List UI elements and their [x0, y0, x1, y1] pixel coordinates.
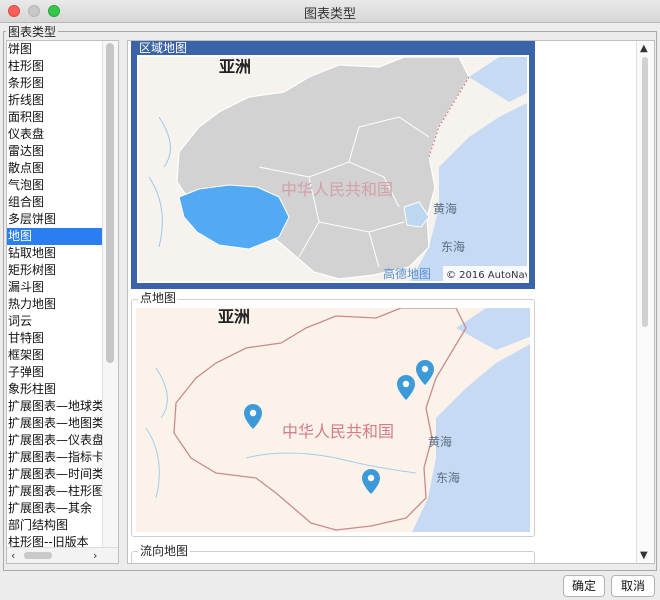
scroll-down-icon[interactable]: ▼ [640, 550, 648, 561]
chart-type-item[interactable]: 钻取地图 [7, 245, 104, 262]
chart-type-item[interactable]: 矩形树图 [7, 262, 104, 279]
map-label-continent: 亚洲 [218, 308, 250, 326]
chart-card-point-map[interactable]: 点地图 亚洲 中华人民共和国 黄海 东海 [131, 292, 535, 537]
map-label-sea-2: 东海 [436, 470, 460, 485]
region-map-image: 亚洲 中华人民共和国 黄海 东海 高德地图 © 2016 AutoNavi [139, 57, 529, 281]
chart-type-list-horizontal-scrollbar[interactable]: ‹ › [7, 547, 118, 563]
chart-type-item[interactable]: 象形柱图 [7, 381, 104, 398]
chart-type-item[interactable]: 扩展图表—时间类 [7, 466, 104, 483]
map-brand-logo: 高德地图 [383, 266, 431, 281]
chart-type-item[interactable]: 条形图 [7, 75, 104, 92]
map-label-country: 中华人民共和国 [281, 180, 393, 199]
chart-card-label: 点地图 [138, 291, 179, 305]
chart-type-item[interactable]: 部门结构图 [7, 517, 104, 534]
chart-type-item[interactable]: 漏斗图 [7, 279, 104, 296]
map-label-sea-2: 东海 [441, 239, 465, 254]
chart-card-region-map[interactable]: 区域地图 亚洲 中华人民共和国 黄海 东海 高德地图 © 2016 AutoNa… [131, 41, 535, 289]
chart-type-item[interactable]: 词云 [7, 313, 104, 330]
chart-type-item[interactable]: 扩展图表—地球类 [7, 398, 104, 415]
map-copyright: © 2016 AutoNavi [446, 270, 529, 281]
map-label-continent: 亚洲 [219, 57, 251, 76]
chart-type-item[interactable]: 扩展图表—其余 [7, 500, 104, 517]
chart-type-item[interactable]: 柱形图 [7, 58, 104, 75]
chart-type-item[interactable]: 气泡图 [7, 177, 104, 194]
map-label-country: 中华人民共和国 [282, 422, 394, 441]
chart-preview-gallery: 区域地图 亚洲 中华人民共和国 黄海 东海 高德地图 © 2016 AutoNa… [127, 40, 655, 564]
chart-type-item[interactable]: 折线图 [7, 92, 104, 109]
chart-type-item[interactable]: 多层饼图 [7, 211, 104, 228]
point-map-image: 亚洲 中华人民共和国 黄海 东海 [136, 308, 530, 532]
ok-button[interactable]: 确定 [563, 575, 605, 597]
scroll-right-icon[interactable]: › [93, 548, 97, 563]
chart-type-item[interactable]: 雷达图 [7, 143, 104, 160]
scrollbar-thumb[interactable] [24, 552, 52, 559]
chart-type-item[interactable]: 地图 [7, 228, 104, 245]
scrollbar-thumb[interactable] [642, 57, 648, 327]
window-title: 图表类型 [303, 7, 356, 22]
dialog-window: 图表类型 图表类型 饼图 柱形图 条形图 折线图 面积图 仪表盘 雷达图 散点图 气泡图 组合图多… [0, 0, 660, 600]
chart-type-list[interactable]: 饼图 柱形图 条形图 折线图 面积图 仪表盘 雷达图 散点图 气泡图 组合图 多层饼图 地图 钻取地图矩… [6, 40, 119, 564]
chart-type-list-vertical-scrollbar[interactable] [102, 41, 118, 549]
chart-card-label: 流向地图 [138, 544, 191, 558]
chart-type-item[interactable]: 扩展图表—柱形图 [7, 483, 104, 500]
chart-type-item[interactable]: 仪表盘 [7, 126, 104, 143]
chart-card-flow-map[interactable]: 流向地图 [131, 545, 535, 563]
chart-type-item[interactable]: 扩展图表—指标卡 [7, 449, 104, 466]
title-bar: 图表类型 [0, 0, 660, 23]
chart-type-item[interactable]: 框架图 [7, 347, 104, 364]
scrollbar-thumb[interactable] [106, 43, 114, 363]
chart-type-item[interactable]: 扩展图表—仪表盘 [7, 432, 104, 449]
chart-type-item[interactable]: 热力地图 [7, 296, 104, 313]
chart-type-item[interactable]: 甘特图 [7, 330, 104, 347]
map-label-sea-1: 黄海 [428, 434, 452, 449]
chart-type-item[interactable]: 面积图 [7, 109, 104, 126]
chart-type-item[interactable]: 子弹图 [7, 364, 104, 381]
chart-type-list-items: 饼图 柱形图 条形图 折线图 面积图 仪表盘 雷达图 散点图 气泡图 组合图 多层饼图 地图 钻取地图矩… [7, 41, 104, 551]
cancel-button[interactable]: 取消 [611, 575, 655, 597]
chart-type-item[interactable]: 组合图 [7, 194, 104, 211]
scroll-left-icon[interactable]: ‹ [11, 548, 15, 563]
scroll-up-icon[interactable]: ▲ [640, 43, 648, 54]
chart-card-label: 区域地图 [137, 41, 190, 55]
region-map-preview: 亚洲 中华人民共和国 黄海 东海 高德地图 © 2016 AutoNavi [137, 55, 529, 283]
chart-type-group-label: 图表类型 [6, 23, 59, 40]
chart-type-item[interactable]: 扩展图表—地图类 [7, 415, 104, 432]
gallery-vertical-scrollbar[interactable]: ▲ ▼ [636, 41, 654, 563]
chart-type-item[interactable]: 饼图 [7, 41, 104, 58]
map-label-sea-1: 黄海 [433, 201, 457, 216]
point-map-preview: 亚洲 中华人民共和国 黄海 东海 [136, 308, 530, 532]
chart-type-item[interactable]: 散点图 [7, 160, 104, 177]
